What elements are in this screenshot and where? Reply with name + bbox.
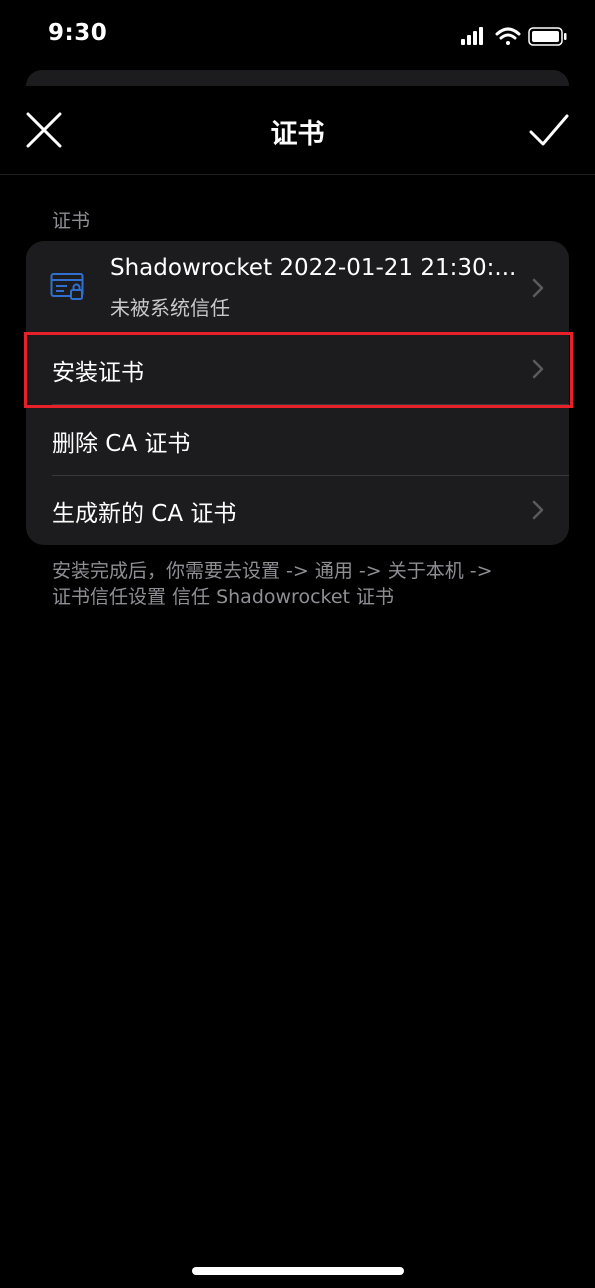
status-icons [461, 24, 571, 50]
chevron-right-icon [532, 278, 544, 298]
certificate-group: Shadowrocket 2022-01-21 21:30:... 未被系统信任… [26, 241, 569, 545]
wifi-icon [495, 27, 521, 45]
footer-note-line-1: 安装完成后，你需要去设置 -> 通用 -> 关于本机 -> [52, 560, 493, 582]
section-header: 证书 [52, 210, 91, 232]
install-certificate-label: 安装证书 [52, 360, 144, 386]
certificate-status: 未被系统信任 [110, 296, 230, 320]
delete-ca-certificate-row[interactable]: 删除 CA 证书 [26, 404, 569, 475]
cellular-signal-icon [461, 27, 483, 45]
certificate-title: Shadowrocket 2022-01-21 21:30:... [110, 255, 517, 281]
done-button[interactable] [525, 108, 573, 152]
status-bar: 9:30 [0, 0, 595, 70]
status-time: 9:30 [48, 20, 108, 46]
chevron-right-icon [532, 359, 544, 379]
certificate-icon [50, 273, 84, 300]
chevron-right-icon [532, 500, 544, 520]
install-certificate-row[interactable]: 安装证书 [26, 332, 569, 404]
certificate-row[interactable]: Shadowrocket 2022-01-21 21:30:... 未被系统信任 [26, 241, 569, 332]
nav-bar: 证书 [0, 86, 595, 175]
home-indicator[interactable] [192, 1267, 404, 1275]
delete-ca-certificate-label: 删除 CA 证书 [52, 431, 191, 457]
page-title: 证书 [270, 119, 325, 150]
checkmark-icon [529, 114, 569, 146]
footer-note-line-2: 证书信任设置 信任 Shadowrocket 证书 [52, 586, 395, 608]
footer-note: 安装完成后，你需要去设置 -> 通用 -> 关于本机 -> 证书信任设置 信任 … [52, 558, 552, 610]
battery-icon [528, 27, 567, 46]
generate-ca-certificate-label: 生成新的 CA 证书 [52, 501, 237, 527]
generate-ca-certificate-row[interactable]: 生成新的 CA 证书 [26, 475, 569, 545]
